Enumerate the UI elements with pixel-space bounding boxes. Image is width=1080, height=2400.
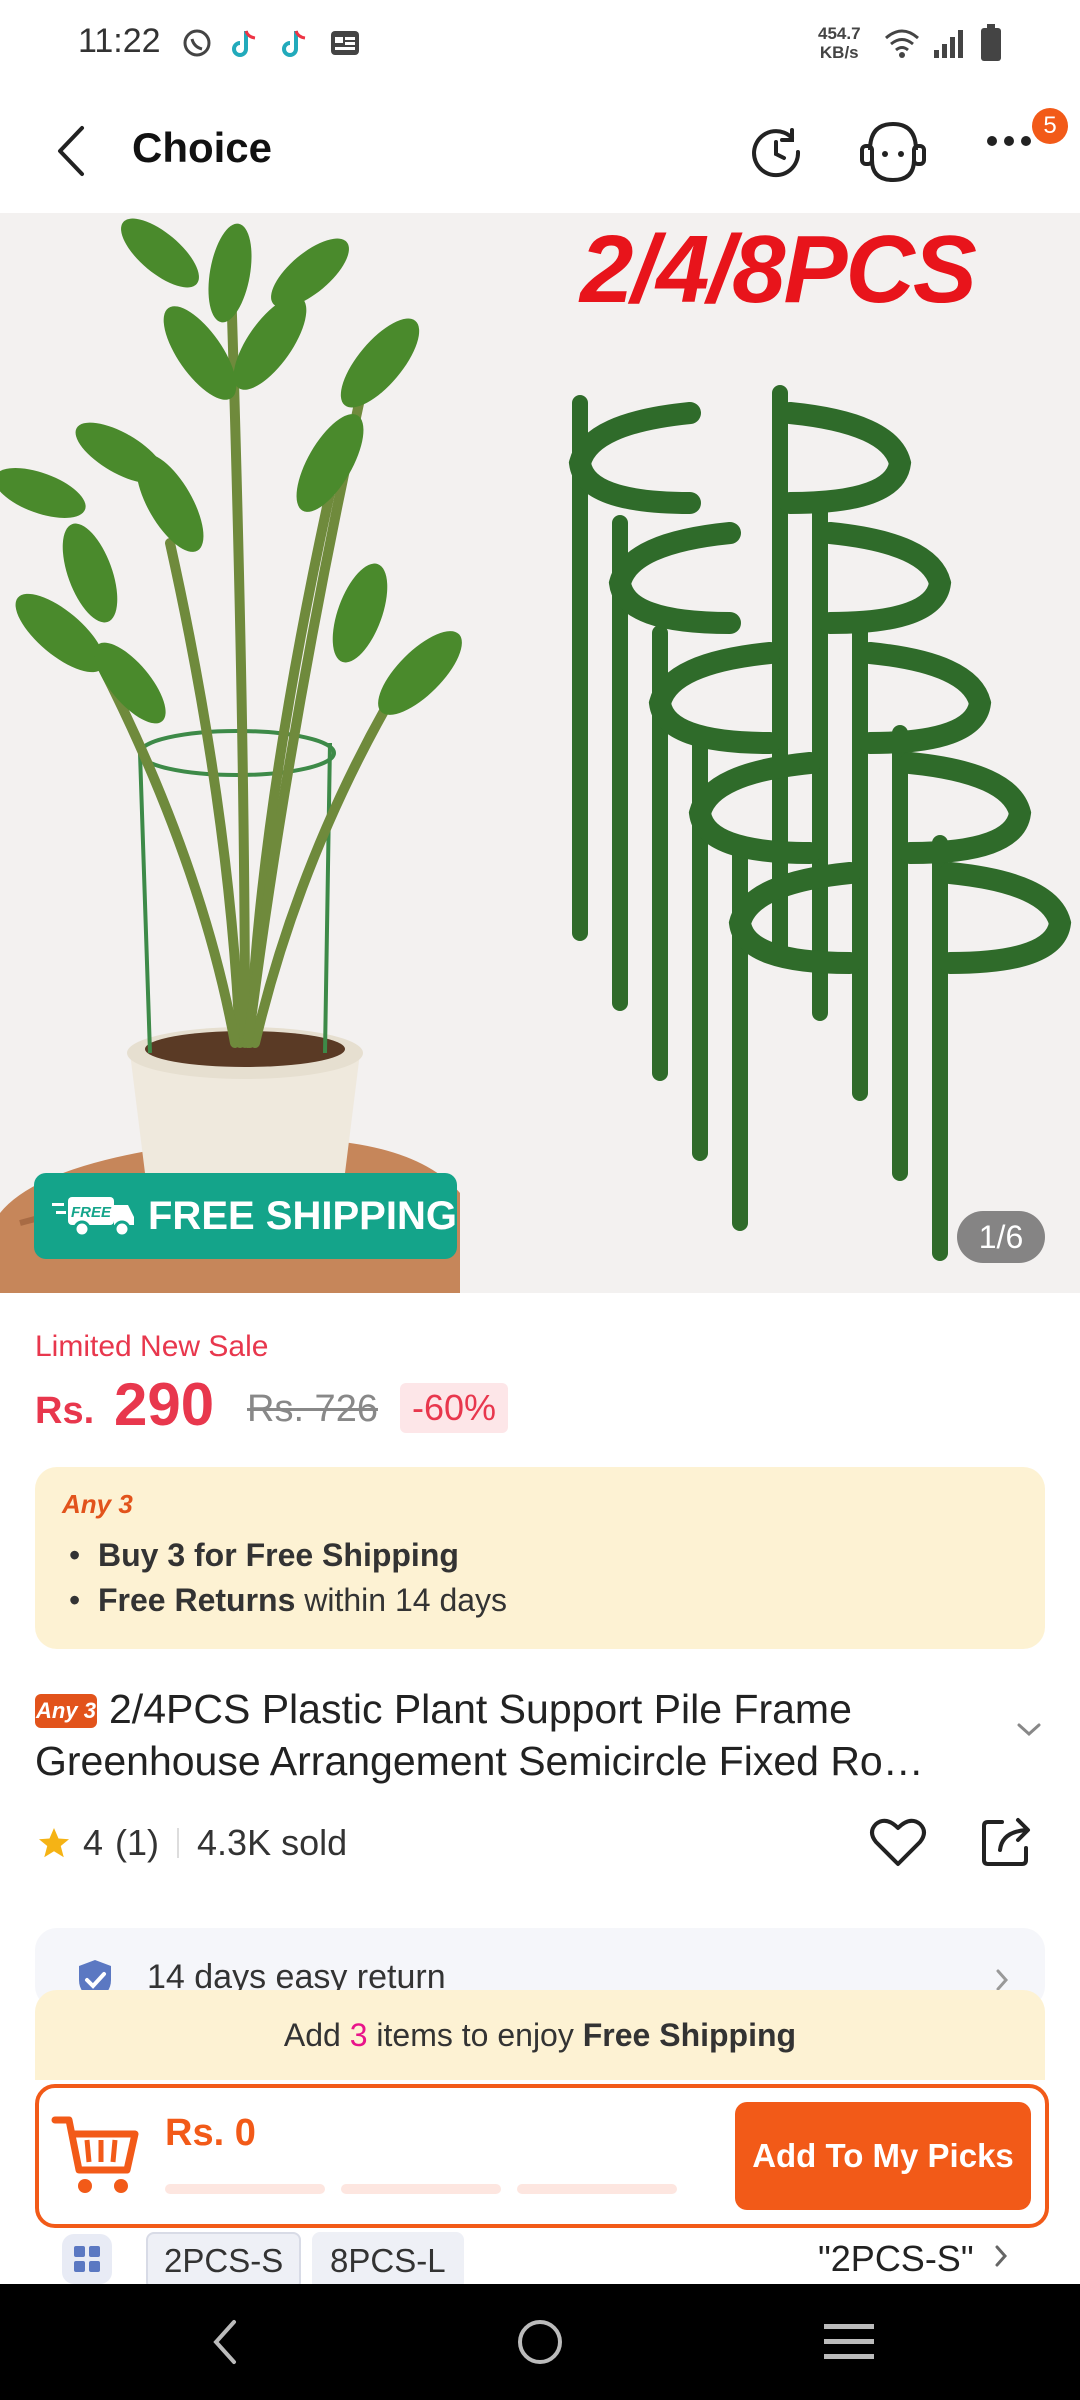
system-nav-bar [0, 2284, 1080, 2400]
status-bar: 11:22 454.7 KB/s [0, 0, 1080, 88]
chevron-right-icon[interactable] [994, 2244, 1008, 2273]
history-icon[interactable] [748, 124, 804, 185]
chevron-down-icon[interactable] [1016, 1722, 1042, 1743]
customer-service-icon[interactable] [856, 120, 930, 189]
currency-label: Rs. [35, 1390, 95, 1432]
banner-prefix: Add [283, 2016, 350, 2053]
rating-row: 4 (1) 4.3K sold [35, 1822, 347, 1864]
page-title: Choice [132, 124, 273, 171]
tiktok-icon-2 [278, 26, 312, 60]
progress-segment-2 [341, 2184, 501, 2194]
battery-icon [980, 24, 1002, 67]
product-photo [0, 218, 1072, 1293]
nav-recents-icon[interactable] [824, 2322, 874, 2367]
shopping-cart-icon[interactable] [51, 2110, 141, 2205]
discount-badge: -60% [400, 1383, 509, 1433]
free-tag-text: FREE [71, 1204, 112, 1221]
variants-grid-icon[interactable] [62, 2234, 112, 2289]
delivery-truck-icon: FREE [52, 1197, 134, 1238]
rating-value: 4 [83, 1822, 104, 1863]
sold-count: 4.3K sold [197, 1822, 348, 1863]
more-options-icon[interactable] [986, 134, 1032, 153]
rating-count: (1) [115, 1822, 160, 1863]
sale-label: Limited New Sale [35, 1330, 269, 1363]
offer-line-1: • Buy 3 for Free Shipping [69, 1537, 459, 1574]
offer-tag: Any 3 [62, 1489, 133, 1519]
offer-line-2-bold: Free Returns [97, 1582, 296, 1618]
product-image-carousel[interactable]: 2/4/8PCS FREE FREE SHIPPING 1/6 [0, 213, 1080, 1293]
network-speed: 454.7 KB/s [818, 24, 861, 62]
back-arrow-icon[interactable] [52, 124, 92, 183]
banner-middle: items to enjoy [367, 2016, 583, 2053]
star-icon [39, 1828, 69, 1858]
free-shipping-label: FREE SHIPPING [148, 1193, 457, 1238]
original-price: Rs. 726 [247, 1388, 378, 1430]
offer-line-2-rest: within 14 days [295, 1582, 508, 1618]
add-to-picks-button[interactable]: Add To My Picks [735, 2102, 1031, 2210]
progress-segment-3 [517, 2184, 677, 2194]
share-icon[interactable] [978, 1812, 1036, 1875]
network-speed-value: 454.7 [818, 24, 861, 43]
free-shipping-progress-banner: Add 3 items to enjoy Free Shipping [35, 1990, 1045, 2080]
variant-option-1[interactable]: 2PCS-S [146, 2232, 302, 2290]
notification-badge: 5 [1032, 108, 1068, 144]
offer-line-1-text: Buy 3 for Free Shipping [97, 1537, 459, 1573]
whatsapp-icon [180, 26, 214, 60]
cart-total: Rs. 0 [165, 2112, 256, 2154]
nav-back-icon[interactable] [210, 2318, 240, 2371]
product-any3-tag: Any 3 [35, 1694, 97, 1728]
selected-variant: "2PCS-S" [818, 2238, 974, 2279]
banner-highlight: Free Shipping [582, 2016, 797, 2053]
picks-cart-bar: Rs. 0 Add To My Picks [35, 2084, 1049, 2228]
variant-option-2[interactable]: 8PCS-L [312, 2232, 464, 2290]
bullet: • [69, 1582, 98, 1618]
product-title[interactable]: 2/4PCS Plastic Plant Support Pile Frame … [35, 1683, 1015, 1787]
bullet: • [69, 1537, 98, 1573]
network-speed-unit: KB/s [819, 43, 859, 62]
news-icon [328, 26, 362, 60]
nav-home-icon[interactable] [516, 2318, 564, 2371]
wishlist-heart-icon[interactable] [868, 1814, 928, 1875]
status-time: 11:22 [78, 22, 161, 60]
offer-line-2: • Free Returns within 14 days [69, 1582, 507, 1619]
free-shipping-badge: FREE FREE SHIPPING [34, 1173, 457, 1259]
signal-icon [932, 28, 966, 63]
current-price: 290 [114, 1371, 215, 1438]
banner-count: 3 [349, 2016, 368, 2053]
promo-headline: 2/4/8PCS [580, 216, 977, 323]
tiktok-icon [228, 26, 262, 60]
wifi-icon [884, 28, 920, 63]
progress-segment-1 [165, 2184, 325, 2194]
offer-box[interactable]: Any 3 • Buy 3 for Free Shipping • Free R… [35, 1467, 1045, 1649]
image-counter: 1/6 [957, 1211, 1045, 1263]
divider [177, 1828, 180, 1858]
app-bar: Choice 5 [0, 88, 1080, 213]
